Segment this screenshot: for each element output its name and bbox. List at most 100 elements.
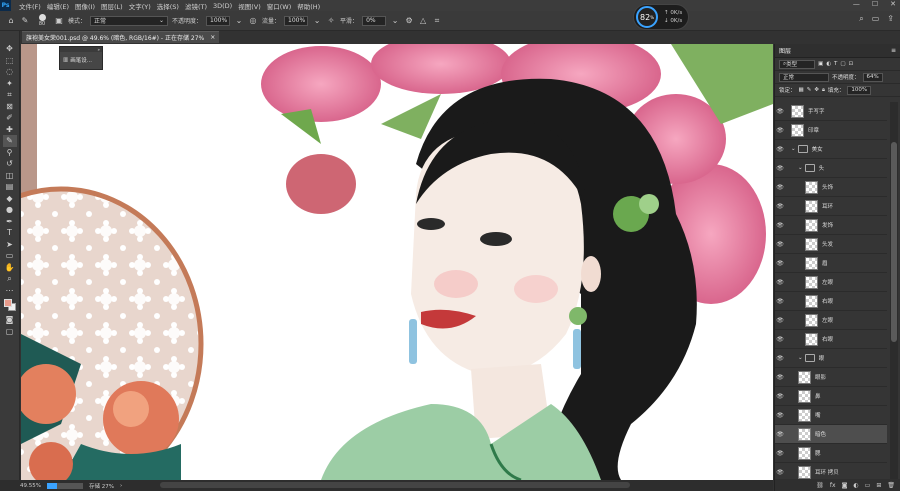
foreground-color-swatch[interactable] [3,299,12,307]
chevron-down-icon[interactable]: ⌄ [791,146,796,152]
brush-tool-icon[interactable]: ✎ [2,135,17,147]
pen-tool-icon[interactable]: ✒ [3,216,17,228]
path-select-tool-icon[interactable]: ➤ [3,239,17,251]
layer-row[interactable]: 👁︎ 耳环 拷贝 [775,463,887,479]
blend-mode-select[interactable]: 正常 [779,72,829,82]
visibility-eye-icon[interactable]: 👁︎ [775,336,785,343]
menu-view[interactable]: 视图(V) [238,1,261,11]
screen-mode-icon[interactable]: ▢ [3,326,17,338]
menu-window[interactable]: 窗口(W) [267,1,292,11]
visibility-eye-icon[interactable]: 👁︎ [775,260,785,267]
history-brush-tool-icon[interactable]: ↺ [3,158,17,170]
new-layer-icon[interactable]: ⊞ [876,482,881,489]
menu-layer[interactable]: 图层(L) [101,1,123,11]
layer-row[interactable]: 👁︎ 暗色 [775,425,887,444]
zoom-level[interactable]: 49.55% [20,483,41,489]
menu-help[interactable]: 帮助(H) [297,1,320,11]
filter-shape-icon[interactable]: ▢ [840,61,845,67]
lock-position-icon[interactable]: ✥ [814,87,819,93]
menu-type[interactable]: 文字(Y) [129,1,151,11]
layer-row[interactable]: 👁︎ 眼影 [775,368,887,387]
chevron-down-icon[interactable]: ⌄ [798,355,803,361]
adjustment-layer-icon[interactable]: ◐ [853,482,858,489]
menu-image[interactable]: 图像(I) [75,1,95,11]
gear-icon[interactable]: ⚙ [404,16,414,26]
visibility-eye-icon[interactable]: 👁︎ [775,355,785,362]
search-icon[interactable]: ⌕ [859,14,863,24]
document-canvas[interactable] [21,44,773,480]
eraser-tool-icon[interactable]: ◫ [3,170,17,182]
link-layers-icon[interactable]: ⛓ [816,482,824,489]
layer-row[interactable]: 👁︎ 头发 [775,235,887,254]
visibility-eye-icon[interactable]: 👁︎ [775,108,785,115]
menu-edit[interactable]: 编辑(E) [47,1,69,11]
layer-row[interactable]: 👁︎ 右眼 [775,330,887,349]
flow-input[interactable]: 100% [284,15,309,26]
layer-row[interactable]: 👁︎ 发饰 [775,216,887,235]
layer-row[interactable]: 👁︎ 左眼 [775,311,887,330]
lock-pixels-icon[interactable]: ✎ [807,87,812,93]
brush-tool-icon[interactable]: ✎ [20,16,30,26]
visibility-eye-icon[interactable]: 👁︎ [775,469,785,476]
close-button[interactable]: ✕ [890,0,896,8]
minimize-button[interactable]: — [853,0,860,8]
layer-opacity-input[interactable]: 64% [862,72,883,82]
airbrush-icon[interactable]: ✧ [326,16,336,26]
layer-row[interactable]: 👁︎ 眉 [775,254,887,273]
filter-smart-icon[interactable]: ⊡ [849,61,854,67]
pressure-opacity-icon[interactable]: ◎ [248,16,258,26]
visibility-eye-icon[interactable]: 👁︎ [775,279,785,286]
symmetry-icon[interactable]: ⌗ [432,16,442,26]
lock-transparent-icon[interactable]: ▦ [799,87,804,93]
lock-all-icon[interactable]: 🔒︎ [822,87,825,94]
opacity-input[interactable]: 100% [206,15,231,26]
layer-row[interactable]: 👁︎ 头饰 [775,178,887,197]
close-tab-icon[interactable]: × [210,34,215,41]
dodge-tool-icon[interactable]: ● [3,204,17,216]
angle-icon[interactable]: △ [418,16,428,26]
hand-tool-icon[interactable]: ✋ [3,262,17,274]
kind-filter-select[interactable]: ⌕ 类型 [779,59,815,69]
filter-adjust-icon[interactable]: ◐ [826,61,831,67]
layer-row[interactable]: 👁︎ 嘴 [775,406,887,425]
chevron-down-icon[interactable]: ⌄ [390,16,400,26]
menu-3d[interactable]: 3D(D) [213,2,232,10]
visibility-eye-icon[interactable]: 👁︎ [775,241,785,248]
eyedropper-tool-icon[interactable]: ✐ [3,112,17,124]
smooth-input[interactable]: 0% [362,15,387,26]
layer-row[interactable]: 👁︎ 腮 [775,444,887,463]
status-arrow-icon[interactable]: › [120,483,122,489]
visibility-eye-icon[interactable]: 👁︎ [775,374,785,381]
fill-input[interactable]: 100% [847,85,872,95]
healing-brush-tool-icon[interactable]: ✚ [3,124,17,136]
visibility-eye-icon[interactable]: 👁︎ [775,317,785,324]
gradient-tool-icon[interactable]: ▤ [3,181,17,193]
layer-row[interactable]: 👁︎ 左眼 [775,273,887,292]
crop-tool-icon[interactable]: ⌗ [3,89,17,101]
layer-row[interactable]: 👁︎ ⌄ 美女 [775,140,887,159]
chevron-down-icon[interactable]: ⌄ [798,165,803,171]
layer-row[interactable]: 👁︎ 手写字 [775,102,887,121]
layer-row[interactable]: 👁︎ 耳环 [775,197,887,216]
visibility-eye-icon[interactable]: 👁︎ [775,298,785,305]
more-tools-icon[interactable]: ⋯ [3,285,17,297]
stamp-tool-icon[interactable]: ⚲ [3,147,17,159]
panel-menu-icon[interactable]: ≡ [891,47,896,54]
magic-wand-tool-icon[interactable]: ✦ [3,78,17,90]
shape-tool-icon[interactable]: ▭ [3,250,17,262]
layer-row[interactable]: 👁︎ ⌄ 眼 [775,349,887,368]
share-icon[interactable]: ⇪ [887,14,894,24]
visibility-eye-icon[interactable]: 👁︎ [775,393,785,400]
blur-tool-icon[interactable]: ◆ [3,193,17,205]
scroll-thumb[interactable] [891,142,897,342]
color-swatches[interactable] [3,298,17,314]
workspace-icon[interactable]: ▭ [872,14,880,24]
visibility-eye-icon[interactable]: 👁︎ [775,146,785,153]
layer-row[interactable]: 👁︎ ⌄ 头 [775,159,887,178]
layer-row[interactable]: 👁︎ 右眼 [775,292,887,311]
filter-type-icon[interactable]: T [834,61,837,67]
chevron-down-icon[interactable]: ⌄ [234,16,244,26]
maximize-button[interactable]: ☐ [872,0,878,8]
visibility-eye-icon[interactable]: 👁︎ [775,127,785,134]
lasso-tool-icon[interactable]: ◌ [3,66,17,78]
